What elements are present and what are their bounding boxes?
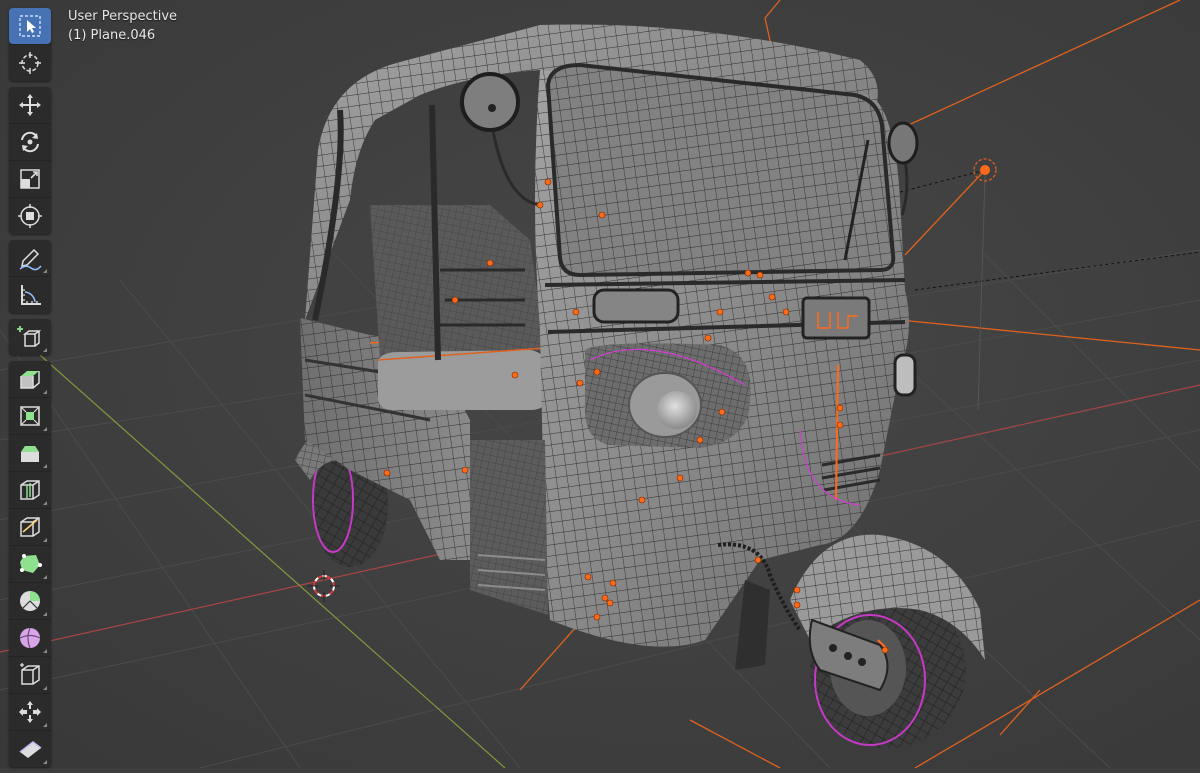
front-wheel[interactable] bbox=[790, 534, 985, 748]
tool-group-annotate bbox=[9, 240, 51, 313]
rear-seat bbox=[378, 350, 545, 410]
move-icon bbox=[19, 94, 41, 116]
viewport-scene[interactable] bbox=[0, 0, 1200, 768]
left-mirror bbox=[460, 72, 541, 207]
add-cube-tool[interactable] bbox=[9, 319, 51, 355]
viewport-info: User Perspective (1) Plane.046 bbox=[68, 7, 177, 45]
side-indicator bbox=[893, 353, 917, 397]
cursor-icon bbox=[19, 52, 41, 74]
bevel-tool[interactable] bbox=[9, 434, 51, 471]
light-guide-2 bbox=[914, 251, 1200, 291]
rotate-tool[interactable] bbox=[9, 123, 51, 160]
view-mode-label: User Perspective bbox=[68, 9, 178, 24]
poly-build-tool[interactable] bbox=[9, 545, 51, 582]
tool-group-select bbox=[9, 8, 51, 81]
smooth-icon bbox=[19, 627, 41, 649]
shear-tool[interactable] bbox=[9, 730, 51, 767]
tool-shelf bbox=[9, 8, 51, 773]
poly-build-icon bbox=[20, 554, 42, 573]
light-stem bbox=[977, 174, 986, 411]
inset-tool[interactable] bbox=[9, 397, 51, 434]
measure-icon bbox=[21, 285, 41, 305]
scale-tool[interactable] bbox=[9, 160, 51, 197]
headlamp bbox=[657, 391, 697, 429]
tool-group-transform bbox=[9, 87, 51, 234]
knife-tool[interactable] bbox=[9, 508, 51, 545]
transform-icon bbox=[18, 204, 42, 228]
transform-tool[interactable] bbox=[9, 197, 51, 234]
edge-slide-tool[interactable] bbox=[9, 656, 51, 693]
3d-viewport[interactable]: User Perspective (1) Plane.046 bbox=[0, 0, 1200, 768]
move-tool[interactable] bbox=[9, 87, 51, 123]
rickshaw-model[interactable] bbox=[295, 24, 985, 748]
scale-icon bbox=[20, 169, 40, 189]
number-plate bbox=[801, 296, 871, 340]
smooth-tool[interactable] bbox=[9, 619, 51, 656]
cursor-tool[interactable] bbox=[9, 44, 51, 81]
bevel-icon bbox=[21, 446, 39, 462]
shrink-fatten-tool[interactable] bbox=[9, 693, 51, 730]
indicator-housing bbox=[592, 288, 680, 324]
light-guide bbox=[899, 169, 986, 193]
select-box-tool[interactable] bbox=[9, 8, 51, 44]
spin-tool[interactable] bbox=[9, 582, 51, 619]
tool-group-mesh bbox=[9, 361, 51, 767]
shear-icon bbox=[19, 741, 42, 758]
annotate-icon bbox=[19, 248, 42, 271]
loop-cut-tool[interactable] bbox=[9, 471, 51, 508]
knife-icon bbox=[20, 517, 40, 537]
extrude-tool[interactable] bbox=[9, 361, 51, 397]
spin-icon bbox=[20, 591, 40, 611]
extrude-icon bbox=[20, 371, 40, 389]
annotate-tool[interactable] bbox=[9, 240, 51, 276]
measure-tool[interactable] bbox=[9, 276, 51, 313]
edge-slide-icon bbox=[20, 663, 40, 685]
inset-icon bbox=[20, 406, 40, 426]
active-object-label: (1) Plane.046 bbox=[68, 28, 156, 43]
tool-group-add bbox=[9, 319, 51, 355]
select-box-icon bbox=[19, 15, 41, 37]
add-cube-icon bbox=[17, 326, 42, 347]
rotate-icon bbox=[21, 131, 39, 153]
shrink-fatten-icon bbox=[19, 701, 41, 723]
loop-cut-icon bbox=[20, 480, 40, 500]
